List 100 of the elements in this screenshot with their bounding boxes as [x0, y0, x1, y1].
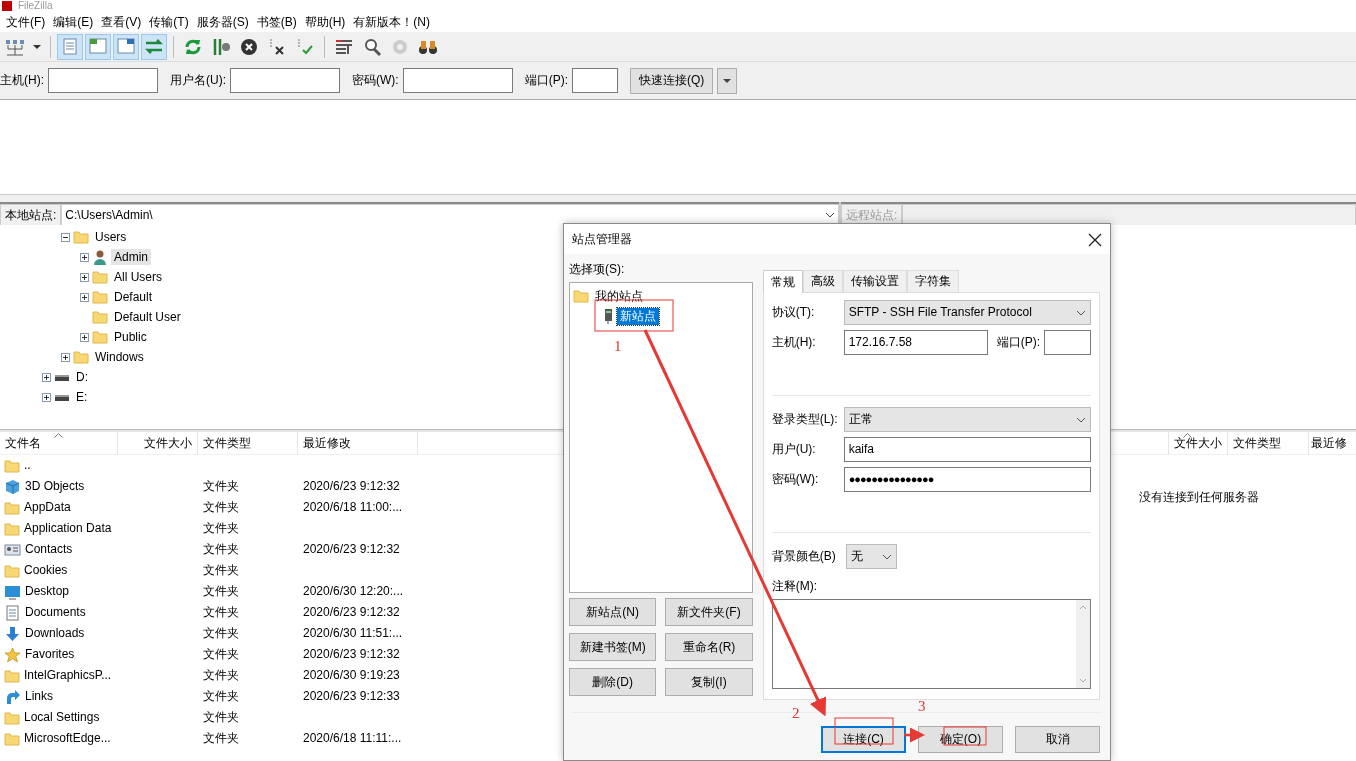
- column-header[interactable]: 文件类型: [198, 432, 298, 455]
- expand-icon[interactable]: [80, 292, 89, 302]
- tree-item[interactable]: Windows: [92, 348, 147, 366]
- file-type: 文件夹: [203, 647, 239, 662]
- field-label: 用户(U):: [771, 442, 817, 457]
- file-name[interactable]: Links: [25, 689, 53, 704]
- file-name[interactable]: ..: [24, 458, 31, 473]
- folder-icon: [92, 269, 108, 285]
- tree-item[interactable]: Default User: [111, 308, 184, 326]
- password-field[interactable]: ●●●●●●●●●●●●●●●: [843, 467, 1091, 492]
- menu-item[interactable]: 编辑(E): [49, 11, 98, 33]
- menu-item[interactable]: 有新版本！(N): [349, 11, 434, 33]
- tree-item[interactable]: Default: [111, 288, 156, 306]
- menu-item[interactable]: 查看(V): [97, 11, 146, 33]
- input-field[interactable]: [572, 68, 618, 93]
- column-header[interactable]: 最近修改: [298, 432, 418, 455]
- menu-item[interactable]: 传输(T): [145, 11, 193, 33]
- folder-icon: [92, 329, 108, 345]
- file-name[interactable]: Desktop: [25, 584, 70, 599]
- file-type: 文件夹: [203, 668, 239, 683]
- expand-icon[interactable]: [42, 372, 51, 382]
- file-name[interactable]: Cookies: [24, 563, 68, 578]
- local-tree-button[interactable]: [85, 33, 111, 60]
- port-field[interactable]: [1044, 330, 1091, 355]
- file-name[interactable]: Downloads: [25, 626, 85, 641]
- column-header[interactable]: 文件大小: [118, 432, 198, 455]
- logon-type-select[interactable]: 正常: [843, 407, 1091, 432]
- menu-item[interactable]: 书签(B): [252, 11, 301, 33]
- comments-field[interactable]: [771, 599, 1091, 690]
- tab[interactable]: 高级: [802, 270, 843, 292]
- column-header[interactable]: 文件类型: [1228, 432, 1309, 455]
- menu-item[interactable]: 文件(F): [2, 11, 50, 33]
- expand-icon[interactable]: [80, 252, 89, 262]
- tree-item[interactable]: Public: [111, 328, 150, 346]
- file-name[interactable]: AppData: [24, 500, 71, 515]
- dialog-button[interactable]: 复制(I): [665, 668, 753, 697]
- host-field[interactable]: 172.16.7.58: [843, 330, 988, 355]
- expand-icon[interactable]: [80, 332, 89, 342]
- file-type: 文件夹: [203, 563, 239, 578]
- annotation-number: 1: [614, 339, 622, 354]
- tree-item[interactable]: 新站点: [617, 308, 659, 325]
- quickconnect-button[interactable]: 快速连接(Q): [630, 67, 714, 94]
- field-label: 主机(H):: [0, 73, 44, 88]
- color-select[interactable]: 无: [845, 544, 897, 569]
- file-name[interactable]: IntelGraphicsP...: [24, 668, 112, 683]
- column-header[interactable]: 文件大小: [1169, 432, 1228, 455]
- dialog-button[interactable]: 连接(C): [821, 726, 906, 753]
- file-type: 文件夹: [203, 710, 239, 725]
- column-header[interactable]: 文件名: [0, 432, 118, 455]
- dialog-button[interactable]: 重命名(R): [665, 633, 753, 662]
- menu-item[interactable]: 服务器(S): [192, 11, 253, 33]
- file-name[interactable]: Application Data: [24, 521, 112, 536]
- path-combobox[interactable]: C:\Users\Admin\: [61, 204, 839, 226]
- dialog-button[interactable]: 删除(D): [569, 668, 657, 697]
- tree-item[interactable]: D:: [73, 368, 91, 386]
- select-value: SFTP - SSH File Transfer Protocol: [848, 305, 1032, 320]
- input-field[interactable]: [48, 68, 158, 93]
- column-header[interactable]: 最近修: [1309, 432, 1355, 455]
- file-name[interactable]: MicrosoftEdge...: [24, 731, 111, 746]
- tree-item[interactable]: E:: [73, 388, 91, 406]
- file-name[interactable]: Local Settings: [24, 710, 100, 725]
- tree-item[interactable]: 我的站点: [592, 288, 646, 305]
- folder-icon: [92, 309, 108, 325]
- field-label: 端口(P):: [524, 73, 568, 88]
- input-field[interactable]: [402, 68, 513, 93]
- local-tree-icon: [89, 36, 107, 57]
- file-type: 文件夹: [203, 500, 239, 515]
- contact-card-icon: [4, 541, 21, 558]
- input-field[interactable]: [230, 68, 340, 93]
- dropdown-button[interactable]: [717, 67, 738, 94]
- collapse-icon[interactable]: [61, 232, 70, 242]
- dialog-button[interactable]: 新建书签(M): [569, 633, 657, 662]
- field-label: 密码(W):: [771, 472, 820, 487]
- file-type: 文件夹: [203, 626, 239, 641]
- menu-item[interactable]: 帮助(H): [300, 11, 350, 33]
- tab[interactable]: 常规: [762, 270, 803, 293]
- file-type: 文件夹: [203, 605, 239, 620]
- arrows-button[interactable]: [141, 33, 167, 60]
- tree-item[interactable]: All Users: [111, 268, 165, 286]
- dialog-button[interactable]: 取消: [1015, 726, 1100, 753]
- tree-item[interactable]: Admin: [111, 248, 151, 266]
- file-name[interactable]: Contacts: [25, 542, 73, 557]
- tab[interactable]: 字符集: [906, 270, 959, 292]
- remote-tree-button[interactable]: [113, 33, 139, 60]
- select-value: 无: [850, 549, 863, 564]
- expand-icon[interactable]: [80, 272, 89, 282]
- file-name[interactable]: Favorites: [25, 647, 75, 662]
- protocol-select[interactable]: SFTP - SSH File Transfer Protocol: [843, 300, 1091, 325]
- dialog-button[interactable]: 新文件夹(F): [665, 598, 753, 627]
- user-field[interactable]: kaifa: [843, 437, 1091, 462]
- dialog-button[interactable]: 新站点(N): [569, 598, 657, 627]
- file-type: 文件夹: [203, 584, 239, 599]
- expand-icon[interactable]: [42, 392, 51, 402]
- folder-icon: [92, 289, 108, 305]
- scrollbar-icon: [1076, 600, 1090, 689]
- tab[interactable]: 传输设置: [842, 270, 907, 292]
- expand-icon[interactable]: [61, 352, 70, 362]
- file-name[interactable]: Documents: [25, 605, 86, 620]
- file-name[interactable]: 3D Objects: [25, 479, 85, 494]
- tree-item[interactable]: Users: [92, 228, 130, 246]
